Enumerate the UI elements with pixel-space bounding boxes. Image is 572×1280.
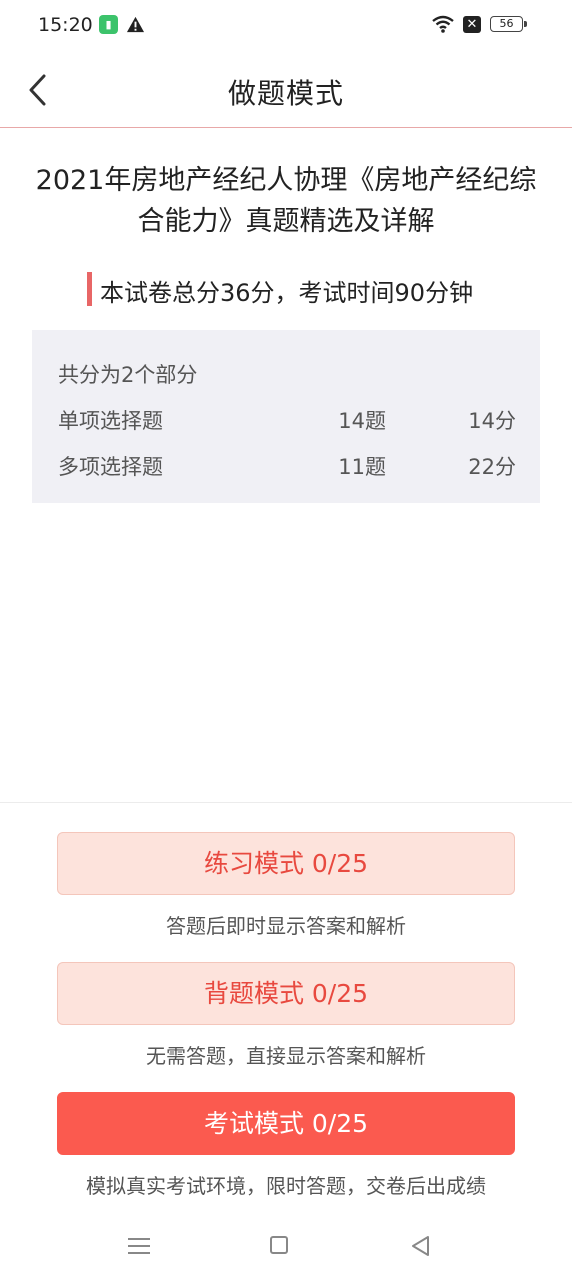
page-title: 做题模式: [227, 77, 344, 110]
section-points: 14分: [468, 409, 516, 433]
section-row: 单项选择题 14题 14分: [58, 405, 516, 435]
practice-mode-button[interactable]: 练习模式 0/25: [57, 832, 515, 895]
recite-mode-button[interactable]: 背题模式 0/25: [57, 962, 515, 1025]
practice-mode-desc: 答题后即时显示答案和解析: [166, 914, 406, 938]
section-name: 单项选择题: [58, 409, 163, 433]
battery-icon: 56: [490, 16, 527, 32]
section-name: 多项选择题: [58, 455, 163, 479]
warning-icon: [126, 16, 145, 33]
app-notification-icon: ▮: [99, 15, 118, 34]
wifi-icon: [432, 15, 454, 33]
section-count: 11题: [338, 455, 386, 479]
status-bar: 15:20 ▮ ✕ 56: [0, 0, 572, 52]
close-box-icon: ✕: [463, 16, 481, 33]
nav-bar: 做题模式: [0, 52, 572, 128]
status-time: 15:20: [38, 14, 93, 36]
score-accent-bar: [87, 272, 92, 306]
score-info-text: 本试卷总分36分，考试时间90分钟: [100, 279, 474, 307]
exam-title: 2021年房地产经纪人协理《房地产经纪综合能力》真题精选及详解: [35, 165, 537, 237]
sections-header: 共分为2个部分: [58, 363, 198, 387]
home-icon[interactable]: [270, 1236, 288, 1254]
exam-mode-desc: 模拟真实考试环境，限时答题，交卷后出成绩: [86, 1174, 486, 1198]
menu-icon[interactable]: [128, 1236, 150, 1256]
section-points: 22分: [468, 455, 516, 479]
recite-mode-desc: 无需答题，直接显示答案和解析: [146, 1044, 426, 1068]
divider: [0, 802, 572, 803]
sections-summary: 共分为2个部分 单项选择题 14题 14分 多项选择题 11题 22分: [32, 330, 540, 503]
exam-mode-button[interactable]: 考试模式 0/25: [57, 1092, 515, 1155]
section-row: 多项选择题 11题 22分: [58, 451, 516, 481]
section-count: 14题: [338, 409, 386, 433]
back-triangle-icon[interactable]: [410, 1235, 430, 1257]
system-nav-bar: [0, 1215, 572, 1280]
